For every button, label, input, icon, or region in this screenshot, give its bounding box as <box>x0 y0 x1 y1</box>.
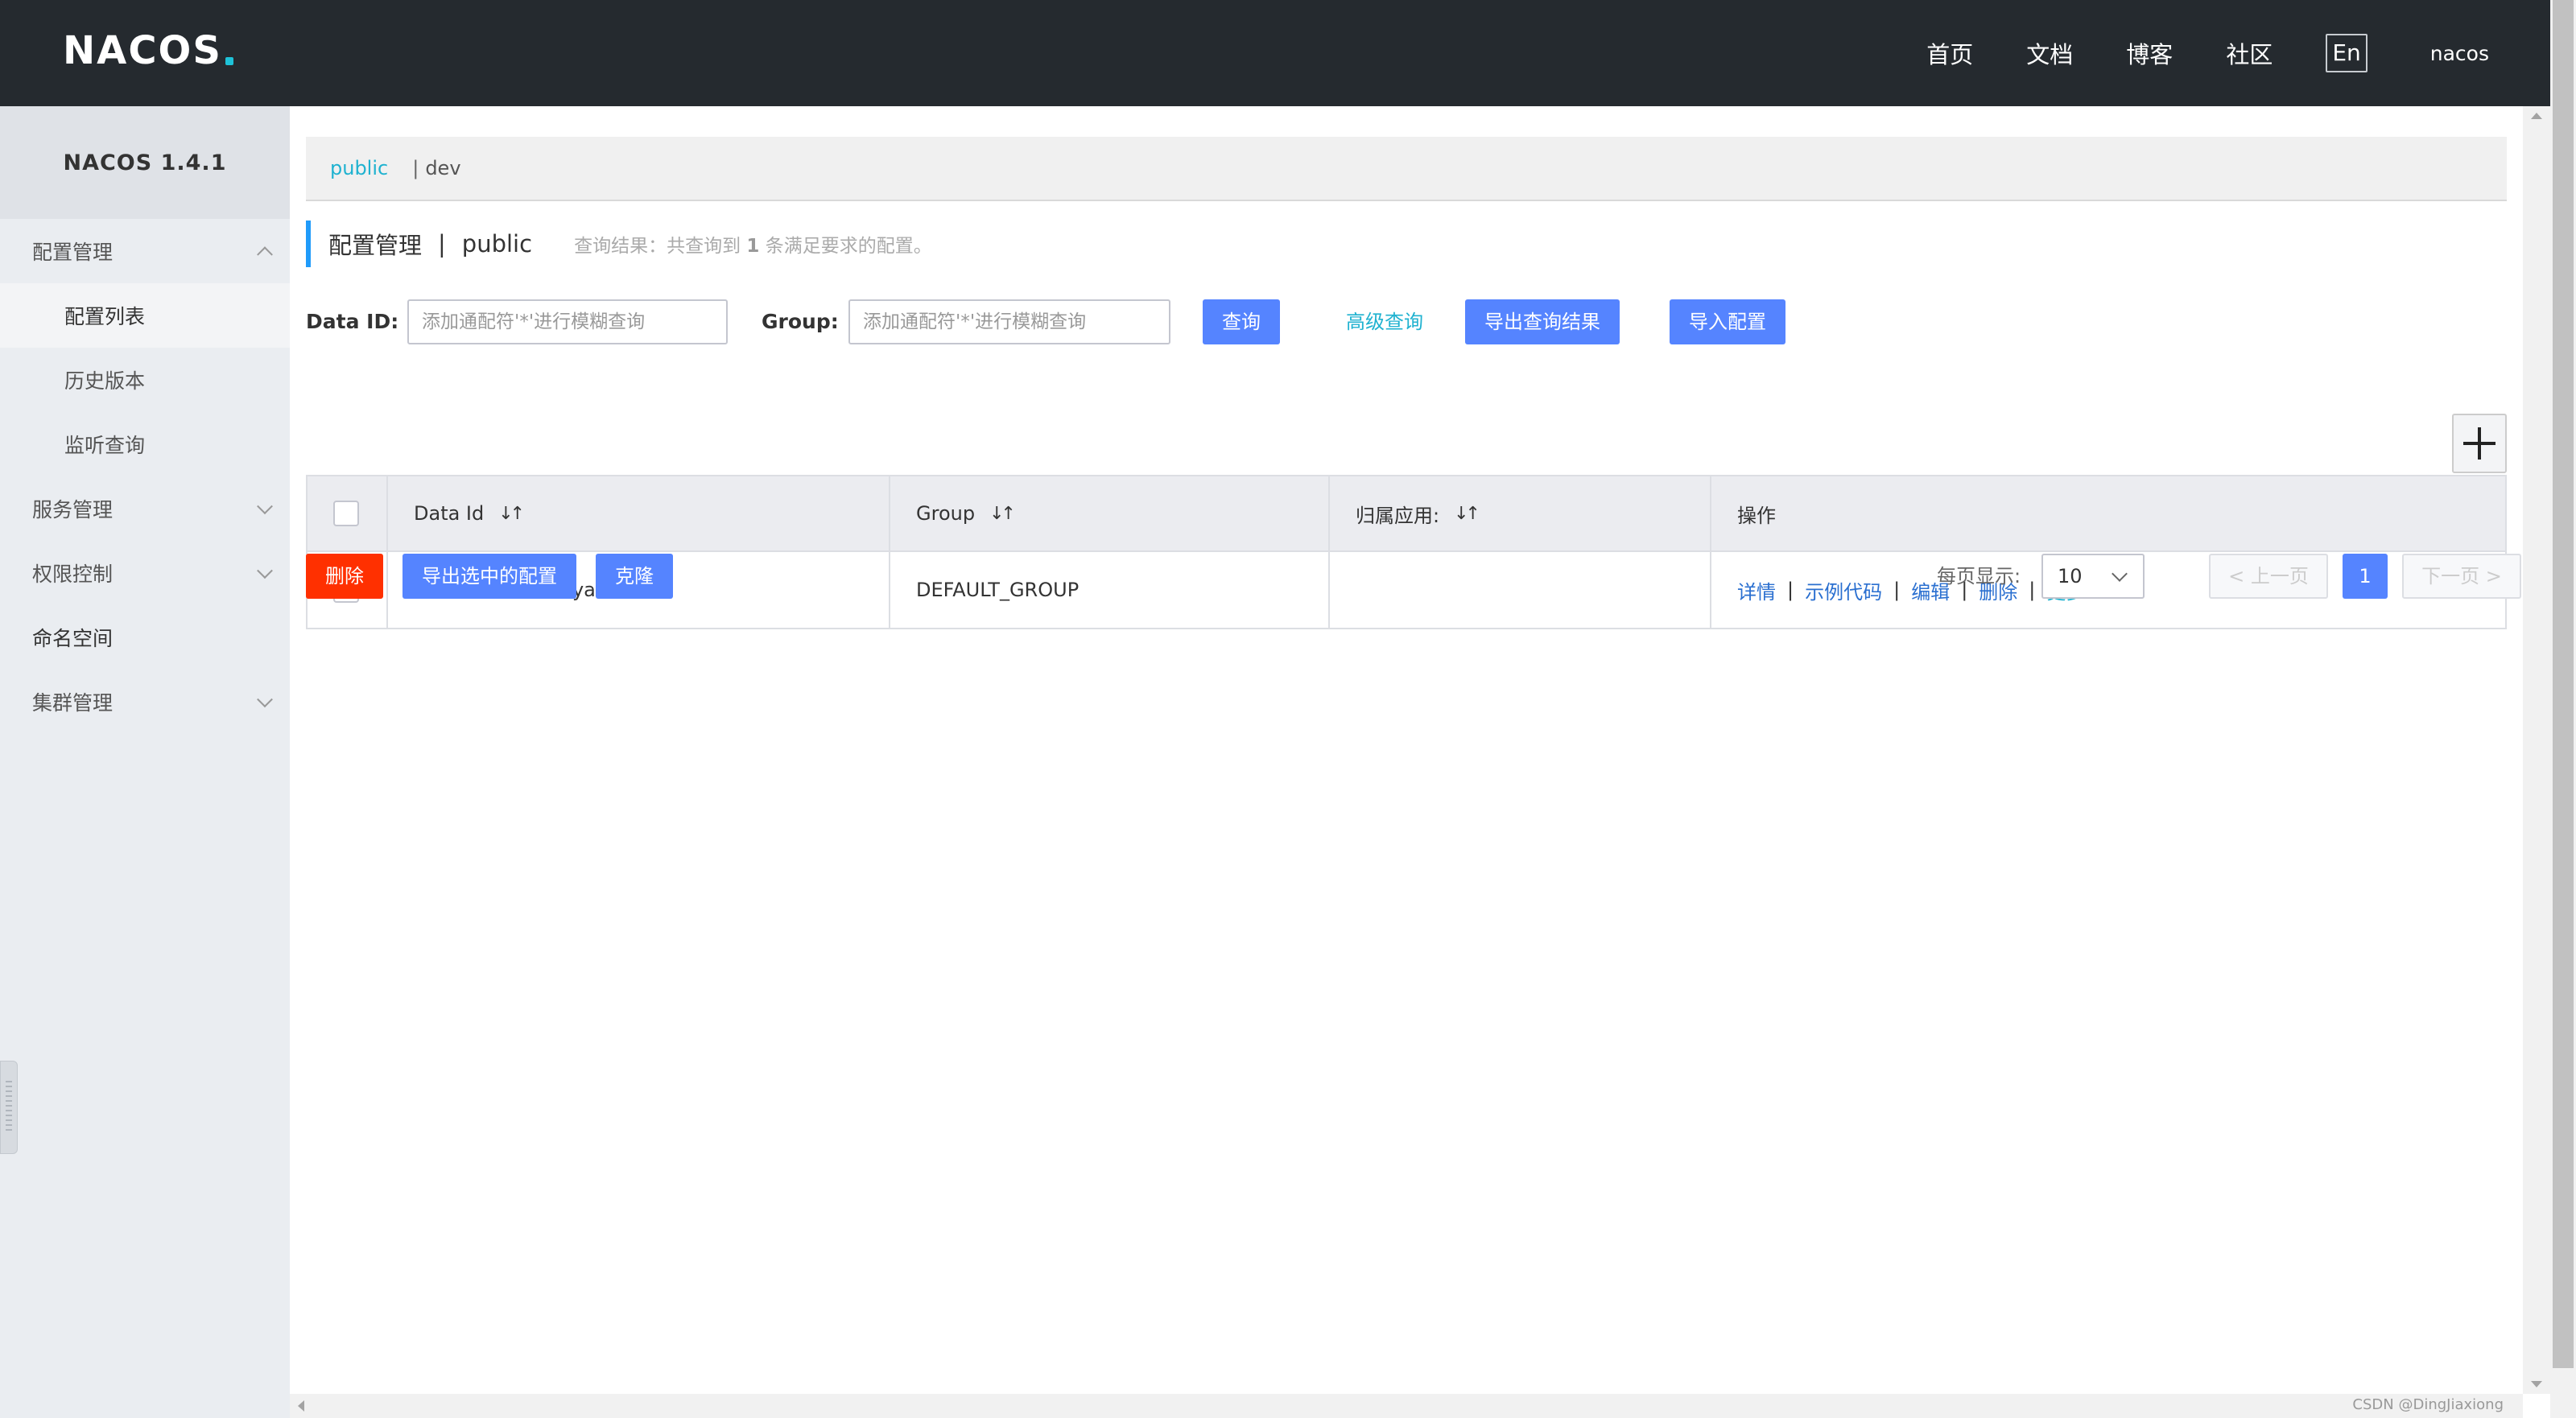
logo-dot-icon <box>225 57 233 65</box>
main-vertical-scrollbar[interactable] <box>2523 106 2550 1394</box>
nav-blog[interactable]: 博客 <box>2126 36 2173 70</box>
per-page-value: 10 <box>2058 565 2083 587</box>
header-group[interactable]: Group ↓↑ <box>890 476 1330 550</box>
title-separator: | <box>438 230 446 258</box>
export-results-button[interactable]: 导出查询结果 <box>1465 299 1620 344</box>
chevron-down-icon <box>257 563 273 579</box>
result-count: 1 <box>746 236 760 257</box>
sidebar-item-config-list[interactable]: 配置列表 <box>0 283 290 348</box>
main-horizontal-scrollbar[interactable] <box>290 1394 2523 1418</box>
language-toggle[interactable]: En <box>2326 34 2368 72</box>
header-label: Data Id <box>414 502 485 525</box>
sidebar-item-label: 配置列表 <box>64 305 146 328</box>
namespace-dev[interactable]: dev <box>425 157 460 179</box>
scroll-left-arrow-icon[interactable] <box>298 1400 304 1412</box>
nav-docs[interactable]: 文档 <box>2026 36 2073 70</box>
import-config-button[interactable]: 导入配置 <box>1670 299 1785 344</box>
sidebar-item-service-management[interactable]: 服务管理 <box>0 476 290 541</box>
clone-button[interactable]: 克隆 <box>596 554 673 599</box>
sidebar-item-access-control[interactable]: 权限控制 <box>0 541 290 605</box>
table-header: Data Id ↓↑ Group ↓↑ 归属应用: ↓↑ 操作 <box>308 476 2505 552</box>
sidebar-item-label: 监听查询 <box>64 434 146 457</box>
chevron-down-icon <box>257 691 273 708</box>
delete-selected-button[interactable]: 删除 <box>306 554 383 599</box>
sidebar-item-label: 权限控制 <box>32 563 114 586</box>
export-selected-button[interactable]: 导出选中的配置 <box>402 554 576 599</box>
chevron-down-icon <box>2112 566 2128 582</box>
dataid-label: Data ID: <box>306 310 399 333</box>
sidebar-item-label: 配置管理 <box>32 241 114 264</box>
page-scrollbar-thumb[interactable] <box>2553 0 2574 1368</box>
page-title: 配置管理 <box>328 232 423 259</box>
sidebar-item-listener-query[interactable]: 监听查询 <box>0 412 290 476</box>
bottom-actions: 删除 导出选中的配置 克隆 每页显示: 10 < 上一页 1 下一页 > <box>306 554 2521 618</box>
sort-icon[interactable]: ↓↑ <box>498 504 525 524</box>
sidebar: NACOS 1.4.1 配置管理 配置列表 历史版本 监听查询 服务管理 权限控… <box>0 106 290 1418</box>
header-data-id[interactable]: Data Id ↓↑ <box>388 476 890 550</box>
sidebar-collapse-handle[interactable] <box>0 1061 18 1154</box>
page-namespace: public <box>461 230 533 258</box>
group-label: Group: <box>762 310 839 333</box>
nacos-logo[interactable]: NACOS <box>63 28 233 73</box>
namespace-public[interactable]: public <box>330 157 388 179</box>
top-nav: 首页 文档 博客 社区 En nacos <box>1873 0 2489 106</box>
page-title-row: 配置管理 | public 查询结果：共查询到 1 条满足要求的配置。 <box>306 221 932 267</box>
sort-icon[interactable]: ↓↑ <box>1454 504 1480 524</box>
select-all-checkbox[interactable] <box>333 501 359 526</box>
top-header: NACOS 首页 文档 博客 社区 En nacos <box>0 0 2576 106</box>
next-page-button[interactable]: 下一页 > <box>2402 554 2521 599</box>
main-content: public | dev 配置管理 | public 查询结果：共查询到 1 条… <box>290 106 2523 1394</box>
filter-bar: Data ID: 添加通配符'*'进行模糊查询 Group: 添加通配符'*'进… <box>306 299 2507 364</box>
user-menu[interactable]: nacos <box>2430 42 2489 65</box>
group-input[interactable]: 添加通配符'*'进行模糊查询 <box>848 299 1170 344</box>
header-label: 操作 <box>1737 504 1776 527</box>
chevron-up-icon <box>257 246 273 263</box>
chevron-down-icon <box>257 498 273 515</box>
dataid-input[interactable]: 添加通配符'*'进行模糊查询 <box>407 299 728 344</box>
namespace-separator: | <box>412 157 419 179</box>
header-select-cell <box>308 476 388 550</box>
per-page-label: 每页显示: <box>1937 565 2021 587</box>
prev-page-button[interactable]: < 上一页 <box>2209 554 2328 599</box>
current-page-button[interactable]: 1 <box>2343 554 2388 599</box>
header-app[interactable]: 归属应用: ↓↑ <box>1330 476 1711 550</box>
namespace-bar: public | dev <box>306 137 2507 201</box>
logo-text: NACOS <box>63 28 222 73</box>
sidebar-item-label: 历史版本 <box>64 369 146 393</box>
sidebar-item-namespace[interactable]: 命名空间 <box>0 605 290 670</box>
sidebar-item-label: 集群管理 <box>32 691 114 715</box>
sort-icon[interactable]: ↓↑ <box>989 504 1016 524</box>
csdn-watermark: CSDN @DingJiaxiong <box>2352 1396 2504 1413</box>
scroll-down-arrow-icon[interactable] <box>2531 1381 2542 1387</box>
sidebar-brand: NACOS 1.4.1 <box>0 106 290 219</box>
result-prefix: 查询结果：共查询到 <box>574 236 741 257</box>
header-actions: 操作 <box>1711 476 2505 550</box>
sidebar-item-label: 服务管理 <box>32 498 114 521</box>
sidebar-item-label: 命名空间 <box>32 627 114 650</box>
advanced-query-link[interactable]: 高级查询 <box>1346 299 1423 344</box>
query-result-summary: 查询结果：共查询到 1 条满足要求的配置。 <box>574 230 932 258</box>
add-config-button[interactable] <box>2452 414 2507 473</box>
nav-home[interactable]: 首页 <box>1926 36 1973 70</box>
header-label: Group <box>916 502 976 525</box>
search-button[interactable]: 查询 <box>1203 299 1280 344</box>
header-label: 归属应用: <box>1356 504 1440 527</box>
sidebar-item-config-management[interactable]: 配置管理 <box>0 219 290 283</box>
result-suffix: 条满足要求的配置。 <box>765 236 932 257</box>
sidebar-menu: 配置管理 配置列表 历史版本 监听查询 服务管理 权限控制 命名空间 集群管理 <box>0 219 290 734</box>
per-page-select[interactable]: 10 <box>2041 554 2145 599</box>
nav-community[interactable]: 社区 <box>2226 36 2273 70</box>
scroll-up-arrow-icon[interactable] <box>2531 113 2542 119</box>
sidebar-item-cluster-management[interactable]: 集群管理 <box>0 670 290 734</box>
sidebar-item-history[interactable]: 历史版本 <box>0 348 290 412</box>
page-vertical-scrollbar[interactable] <box>2550 0 2576 1418</box>
